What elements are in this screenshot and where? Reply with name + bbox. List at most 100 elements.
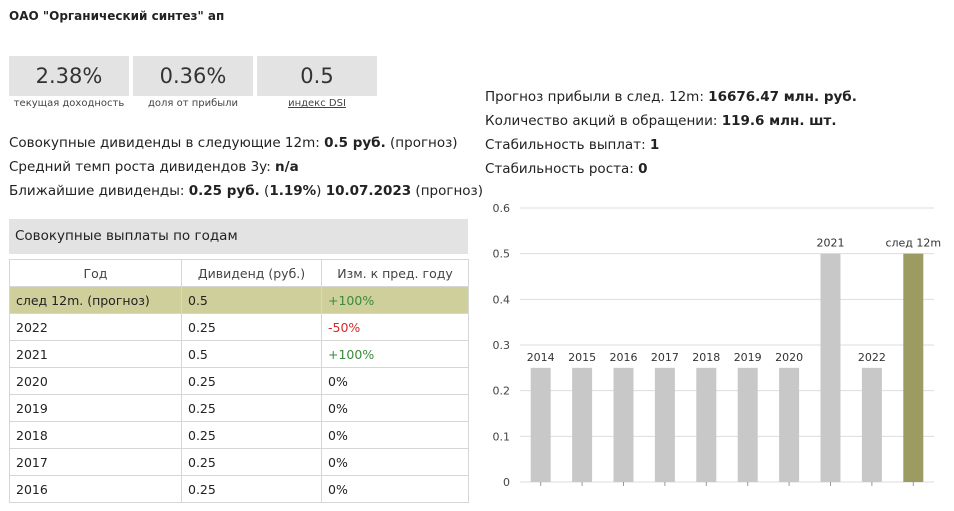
cell-change: 0% [321, 475, 469, 503]
cell-change: 0% [321, 421, 469, 449]
bar [530, 367, 551, 482]
table-row: 2021 0.5 +100% [9, 340, 469, 368]
cell-change: 0% [321, 367, 469, 395]
bar-category-label: 2017 [651, 351, 679, 364]
info-profit-forecast: Прогноз прибыли в след. 12m: 16676.47 мл… [485, 89, 857, 105]
bar-category-label: 2021 [817, 237, 845, 250]
bar-category-label: 2019 [734, 351, 762, 364]
col-header-year: Год [9, 259, 182, 287]
dividend-bar-chart: 0 0.1 0.2 0.3 0.4 0.5 0.6 2014 2015 2016 2017 2018 2… [493, 202, 942, 489]
info-label: Стабильность выплат: [485, 137, 650, 153]
bar [696, 367, 717, 482]
y-tick-label: 0.6 [493, 202, 511, 215]
cell-year: 2016 [9, 475, 182, 503]
table-header-row: Год Дивиденд (руб.) Изм. к пред. году [9, 259, 469, 287]
stat-payout-share: 0.36% доля от прибыли [133, 56, 253, 109]
cell-year: 2021 [9, 340, 182, 368]
cell-year: 2022 [9, 313, 182, 341]
cell-year: 2020 [9, 367, 182, 395]
info-value: 0.5 руб. [324, 135, 386, 151]
info-shares-outstanding: Количество акций в обращении: 119.6 млн.… [485, 113, 836, 129]
info-growth-rate: Средний темп роста дивидендов 3y: n/a [9, 159, 299, 175]
cell-year: 2017 [9, 448, 182, 476]
cell-dividend: 0.25 [181, 475, 322, 503]
y-tick-label: 0.2 [493, 385, 511, 398]
cell-year: след 12m. (прогноз) [9, 286, 182, 314]
bar [903, 253, 924, 482]
info-value: 0.25 руб. [188, 183, 260, 199]
info-label: Количество акций в обращении: [485, 113, 722, 129]
cell-dividend: 0.25 [181, 313, 322, 341]
info-date: 10.07.2023 [325, 183, 412, 199]
y-tick-label: 0.3 [493, 339, 511, 352]
cell-dividend: 0.25 [181, 448, 322, 476]
table-row: 2017 0.25 0% [9, 448, 469, 476]
bar [613, 367, 634, 482]
stat-label: доля от прибыли [147, 98, 239, 109]
table-row: 2016 0.25 0% [9, 475, 469, 503]
info-note: (прогноз) [411, 183, 483, 199]
stat-label: текущая доходность [13, 98, 125, 109]
bar-category-label: 2016 [610, 351, 638, 364]
info-total-dividends: Совокупные дивиденды в следующие 12m: 0.… [9, 135, 458, 151]
y-tick-label: 0.1 [493, 430, 511, 443]
cell-change: +100% [321, 286, 469, 314]
bar-category-label: след 12m [885, 237, 941, 250]
cell-dividend: 0.5 [181, 286, 322, 314]
info-value: 119.6 млн. шт. [721, 113, 837, 129]
stat-value: 0.5 [257, 56, 377, 96]
cell-dividend: 0.25 [181, 394, 322, 422]
table-row: 2020 0.25 0% [9, 367, 469, 395]
info-label: Совокупные дивиденды в следующие 12m: [9, 135, 325, 151]
info-value: 16676.47 млн. руб. [708, 89, 857, 105]
bar [737, 367, 758, 482]
col-header-change: Изм. к пред. году [321, 259, 469, 287]
info-value: 1 [649, 137, 660, 153]
cell-change: +100% [321, 340, 469, 368]
info-growth-stability: Стабильность роста: 0 [485, 161, 648, 177]
cell-change: 0% [321, 448, 469, 476]
info-paren: ( [259, 183, 270, 199]
info-value: 0 [638, 161, 648, 177]
bar-category-label: 2018 [692, 351, 720, 364]
page-title: ОАО "Органический синтез" ап [9, 9, 225, 23]
table-row: 2022 0.25 -50% [9, 313, 469, 341]
bar-category-label: 2022 [858, 351, 886, 364]
cell-dividend: 0.25 [181, 367, 322, 395]
y-tick-label: 0 [503, 476, 510, 489]
stat-dsi-index: 0.5 индекс DSI [257, 56, 377, 109]
bar [779, 367, 800, 482]
bar [820, 253, 841, 482]
cell-year: 2018 [9, 421, 182, 449]
table-row: 2018 0.25 0% [9, 421, 469, 449]
table-title: Совокупные выплаты по годам [9, 219, 468, 254]
info-label: Стабильность роста: [485, 161, 639, 177]
dsi-index-link[interactable]: индекс DSI [257, 98, 377, 109]
col-header-dividend: Дивиденд (руб.) [181, 259, 322, 287]
y-tick-label: 0.4 [493, 293, 511, 306]
info-value: n/a [275, 159, 299, 175]
bar [572, 367, 593, 482]
info-paren: ) [316, 183, 326, 199]
stat-value: 0.36% [133, 56, 253, 96]
bar-category-label: 2020 [775, 351, 803, 364]
cell-change: -50% [321, 313, 469, 341]
cell-dividend: 0.5 [181, 340, 322, 368]
cell-year: 2019 [9, 394, 182, 422]
stat-value: 2.38% [9, 56, 129, 96]
bar [654, 367, 675, 482]
info-label: Ближайшие дивиденды: [9, 183, 189, 199]
info-note: (прогноз) [385, 135, 458, 151]
table-row: след 12m. (прогноз) 0.5 +100% [9, 286, 469, 314]
table-row: 2019 0.25 0% [9, 394, 469, 422]
bar [861, 367, 882, 482]
bar-category-label: 2014 [527, 351, 555, 364]
y-tick-label: 0.5 [493, 248, 511, 261]
info-label: Прогноз прибыли в след. 12m: [485, 89, 709, 105]
info-payout-stability: Стабильность выплат: 1 [485, 137, 659, 153]
cell-dividend: 0.25 [181, 421, 322, 449]
info-next-dividend: Ближайшие дивиденды: 0.25 руб. (1.19%) 1… [9, 183, 483, 199]
cell-change: 0% [321, 394, 469, 422]
stat-current-yield: 2.38% текущая доходность [9, 56, 129, 109]
info-percent: 1.19% [269, 183, 317, 199]
